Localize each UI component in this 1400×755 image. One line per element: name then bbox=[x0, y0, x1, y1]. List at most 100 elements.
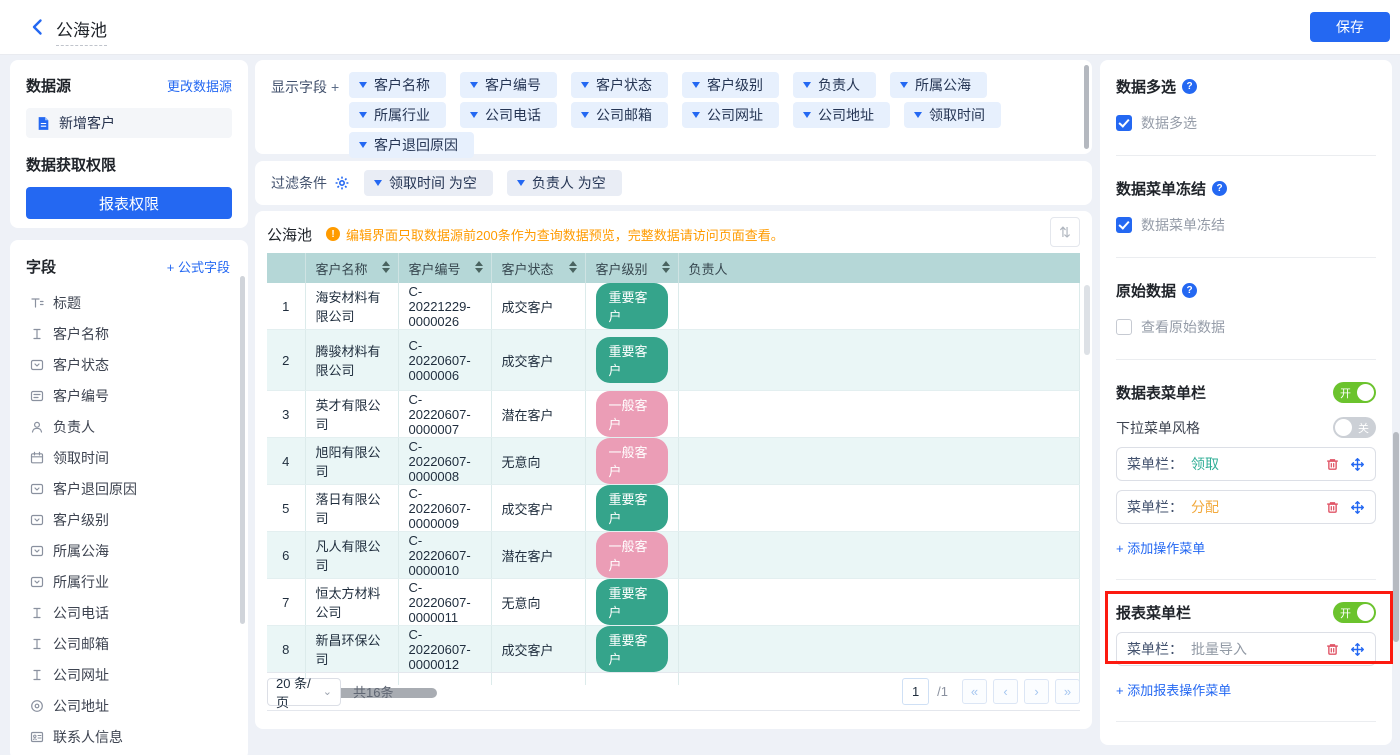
add-table-menu-link[interactable]: + 添加操作菜单 bbox=[1116, 538, 1205, 557]
page-scrollbar[interactable] bbox=[1393, 432, 1399, 642]
page-number-input[interactable]: 1 bbox=[902, 678, 929, 705]
field-item-company-email[interactable]: 公司邮箱 bbox=[26, 628, 236, 659]
help-icon[interactable]: ? bbox=[1182, 79, 1197, 94]
display-field-chip[interactable]: 负责人 bbox=[793, 72, 876, 98]
first-page-button[interactable]: « bbox=[962, 679, 987, 704]
field-item-contact-info[interactable]: 联系人信息 bbox=[26, 721, 236, 752]
fields-scrollbar[interactable] bbox=[240, 276, 245, 624]
select-icon bbox=[30, 482, 44, 496]
table-row[interactable]: 5 落日有限公司 C-20220607-0000009 成交客户 重要客户 bbox=[267, 485, 1080, 532]
last-page-button[interactable]: » bbox=[1055, 679, 1080, 704]
delete-icon[interactable] bbox=[1325, 457, 1340, 472]
change-datasource-link[interactable]: 更改数据源 bbox=[167, 76, 232, 95]
move-icon[interactable] bbox=[1350, 500, 1365, 515]
display-field-chip[interactable]: 客户级别 bbox=[682, 72, 779, 98]
menu-item-assign[interactable]: 菜单栏：分配 bbox=[1116, 490, 1376, 524]
field-item-customer-level[interactable]: 客户级别 bbox=[26, 504, 236, 535]
table-row[interactable]: 1 海安材料有限公司 C-20221229-0000026 成交客户 重要客户 bbox=[267, 283, 1080, 330]
table-menu-toggle[interactable]: 开 bbox=[1333, 382, 1376, 403]
sort-icon[interactable] bbox=[475, 261, 483, 273]
menu-freeze-checkbox[interactable] bbox=[1116, 217, 1132, 233]
field-item-industry[interactable]: 所属行业 bbox=[26, 566, 236, 597]
table-title: 公海池 bbox=[267, 224, 312, 245]
table-row[interactable]: 8 新昌环保公司 C-20220607-0000012 成交客户 重要客户 bbox=[267, 626, 1080, 673]
display-field-chip[interactable]: 所属行业 bbox=[349, 102, 446, 128]
menu-item-claim[interactable]: 菜单栏：领取 bbox=[1116, 447, 1376, 481]
display-fields-scrollbar[interactable] bbox=[1084, 65, 1089, 149]
add-formula-field-link[interactable]: + 公式字段 bbox=[167, 257, 230, 276]
multi-select-checkbox[interactable] bbox=[1116, 115, 1132, 131]
display-field-chip[interactable]: 所属公海 bbox=[890, 72, 987, 98]
field-item-company-website[interactable]: 公司网址 bbox=[26, 659, 236, 690]
table-row[interactable]: 7 恒太方材料公司 C-20220607-0000011 无意向 重要客户 bbox=[267, 579, 1080, 626]
display-field-chip[interactable]: 公司邮箱 bbox=[571, 102, 668, 128]
save-button[interactable]: 保存 bbox=[1310, 12, 1390, 42]
display-field-chip[interactable]: 公司电话 bbox=[460, 102, 557, 128]
delete-icon[interactable] bbox=[1325, 642, 1340, 657]
add-display-field-button[interactable]: + bbox=[331, 79, 339, 95]
sort-order-button[interactable]: ⇅ bbox=[1050, 217, 1080, 247]
level-badge: 重要客户 bbox=[596, 485, 668, 531]
table-row[interactable]: 2 腾骏材料有限公司 C-20220607-0000006 成交客户 重要客户 bbox=[267, 330, 1080, 391]
menu-item-value: 批量导入 bbox=[1191, 639, 1247, 659]
field-item-pool[interactable]: 所属公海 bbox=[26, 535, 236, 566]
table-menu-title: 数据表菜单栏 bbox=[1116, 382, 1206, 403]
field-item-claim-time[interactable]: 领取时间 bbox=[26, 442, 236, 473]
field-item-return-reason[interactable]: 客户退回原因 bbox=[26, 473, 236, 504]
gear-icon[interactable] bbox=[334, 175, 350, 191]
back-icon[interactable] bbox=[28, 17, 48, 37]
display-field-chip[interactable]: 客户状态 bbox=[571, 72, 668, 98]
field-item-customer-name[interactable]: 客户名称 bbox=[26, 318, 236, 349]
chevron-down-icon bbox=[359, 82, 367, 88]
select-icon bbox=[30, 513, 44, 527]
datasource-card: 数据源 更改数据源 新增客户 数据获取权限 报表权限 bbox=[10, 60, 248, 228]
display-field-chip[interactable]: 领取时间 bbox=[904, 102, 1001, 128]
preview-table-card: 公海池 ! 编辑界面只取数据源前200条作为查询数据预览，完整数据请访问页面查看… bbox=[255, 211, 1092, 729]
filter-chip[interactable]: 领取时间 为空 bbox=[364, 170, 493, 196]
field-item-owner[interactable]: 负责人 bbox=[26, 411, 236, 442]
display-field-chip[interactable]: 客户退回原因 bbox=[349, 132, 474, 158]
field-item-company-phone[interactable]: 公司电话 bbox=[26, 597, 236, 628]
field-item-customer-code[interactable]: 客户编号 bbox=[26, 380, 236, 411]
prev-page-button[interactable]: ‹ bbox=[993, 679, 1018, 704]
title-icon bbox=[30, 296, 44, 310]
sort-icon[interactable] bbox=[662, 261, 670, 273]
help-icon[interactable]: ? bbox=[1212, 181, 1227, 196]
text-icon bbox=[30, 327, 44, 341]
move-icon[interactable] bbox=[1350, 457, 1365, 472]
chevron-down-icon bbox=[900, 82, 908, 88]
field-item-title[interactable]: 标题 bbox=[26, 287, 236, 318]
raw-data-checkbox[interactable] bbox=[1116, 319, 1132, 335]
display-field-chip[interactable]: 客户名称 bbox=[349, 72, 446, 98]
page-title[interactable]: 公海池 bbox=[56, 16, 107, 46]
move-icon[interactable] bbox=[1350, 642, 1365, 657]
table-header-row: 客户名称 客户编号 客户状态 客户级别 负责人 bbox=[267, 253, 1080, 283]
next-page-button[interactable]: › bbox=[1024, 679, 1049, 704]
person-icon bbox=[30, 420, 44, 434]
add-report-menu-link[interactable]: + 添加报表操作菜单 bbox=[1116, 680, 1231, 699]
page-size-select[interactable]: 20 条/页 ⌄ bbox=[267, 678, 341, 706]
display-field-chip[interactable]: 公司网址 bbox=[682, 102, 779, 128]
report-permission-button[interactable]: 报表权限 bbox=[26, 187, 232, 219]
help-icon[interactable]: ? bbox=[1182, 283, 1197, 298]
field-item-company-address[interactable]: 公司地址 bbox=[26, 690, 236, 721]
column-header: 客户编号 bbox=[398, 253, 491, 283]
report-menu-toggle[interactable]: 开 bbox=[1333, 602, 1376, 623]
menu-item-batch-import[interactable]: 菜单栏：批量导入 bbox=[1116, 632, 1376, 666]
table-row[interactable]: 6 凡人有限公司 C-20220607-0000010 潜在客户 一般客户 bbox=[267, 532, 1080, 579]
display-field-chip[interactable]: 客户编号 bbox=[460, 72, 557, 98]
table-row[interactable]: 4 旭阳有限公司 C-20220607-0000008 无意向 一般客户 bbox=[267, 438, 1080, 485]
sort-icon[interactable] bbox=[382, 261, 390, 273]
datasource-item[interactable]: 新增客户 bbox=[26, 108, 232, 138]
delete-icon[interactable] bbox=[1325, 500, 1340, 515]
display-field-chip[interactable]: 公司地址 bbox=[793, 102, 890, 128]
chevron-down-icon bbox=[914, 112, 922, 118]
filter-chip[interactable]: 负责人 为空 bbox=[507, 170, 622, 196]
table-vertical-scrollbar[interactable] bbox=[1084, 285, 1090, 355]
dropdown-style-toggle[interactable]: 关 bbox=[1333, 417, 1376, 438]
sort-icon[interactable] bbox=[569, 261, 577, 273]
top-bar: 公海池 保存 bbox=[0, 0, 1400, 55]
table-row[interactable]: 3 英才有限公司 C-20220607-0000007 潜在客户 一般客户 bbox=[267, 391, 1080, 438]
field-item-customer-status[interactable]: 客户状态 bbox=[26, 349, 236, 380]
total-count: 共16条 bbox=[353, 682, 393, 701]
